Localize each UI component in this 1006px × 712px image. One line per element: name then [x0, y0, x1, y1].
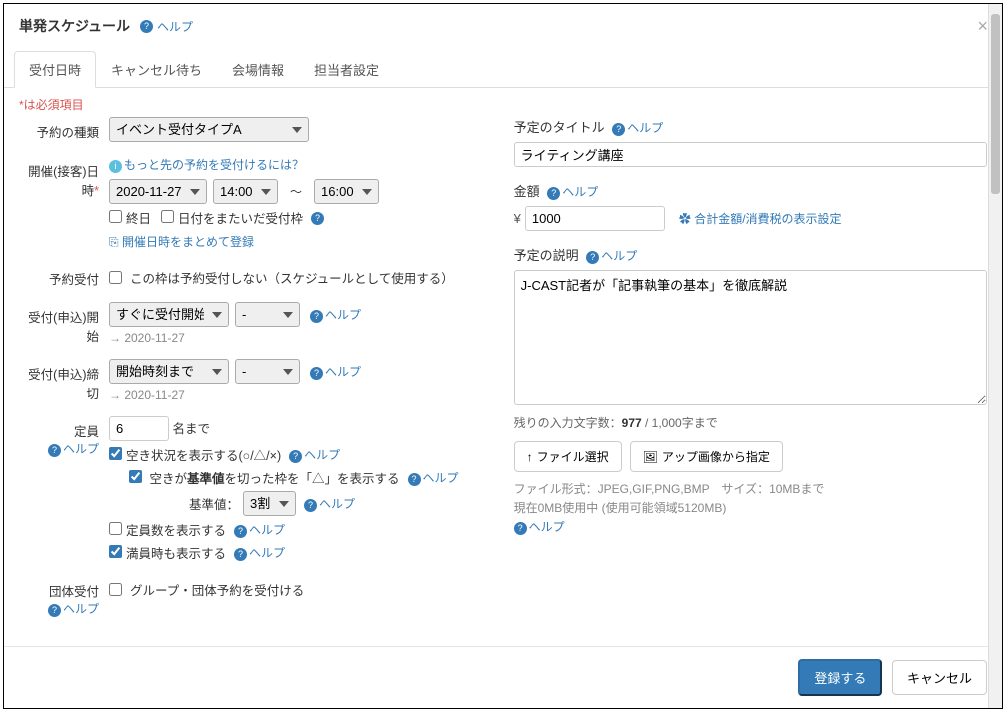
price-input[interactable]: [525, 206, 665, 231]
label-title: 予定のタイトル: [514, 120, 605, 135]
tab-bar: 受付日時 キャンセル待ち 会場情報 担当者設定: [4, 51, 1002, 88]
allday-checkbox[interactable]: 終日: [109, 208, 151, 227]
modal-title: 単発スケジュール: [19, 16, 130, 36]
start-accept-select2[interactable]: -: [235, 302, 300, 327]
end-time-select[interactable]: 16:00: [314, 179, 379, 204]
modal-footer: 登録する キャンセル: [4, 646, 1002, 708]
label-start-accept: 受付(申込)開始: [19, 302, 109, 345]
tilde: ～: [290, 183, 302, 200]
tab-venue[interactable]: 会場情報: [217, 51, 299, 87]
group-checkbox[interactable]: グループ・団体予約を受付ける: [109, 580, 484, 599]
scrollbar-thumb[interactable]: [991, 14, 1000, 194]
header-help-link[interactable]: ?ヘルプ: [138, 18, 193, 35]
date-select[interactable]: 2020-11-27: [109, 179, 207, 204]
required-note: *は必須項目: [4, 88, 1002, 117]
price-settings-link[interactable]: ✿ 合計金額/消費税の表示設定: [679, 210, 842, 227]
submit-button[interactable]: 登録する: [798, 659, 882, 696]
label-datetime: 開催(接客)日時*: [19, 156, 109, 199]
price-help[interactable]: ?ヘルプ: [547, 185, 598, 199]
title-input[interactable]: [514, 142, 987, 167]
show-full-checkbox[interactable]: 満員時も表示する: [109, 543, 226, 562]
start-time-select[interactable]: 14:00: [213, 179, 278, 204]
char-count: 残りの入力文字数：977 / 1,000字まで: [514, 414, 987, 431]
end-accept-select[interactable]: 開始時刻まで: [109, 359, 229, 384]
end-accept-select2[interactable]: -: [235, 359, 300, 384]
end-accept-help[interactable]: ?ヘルプ: [310, 363, 361, 380]
tab-date[interactable]: 受付日時: [14, 51, 96, 88]
label-desc: 予定の説明: [514, 248, 579, 263]
label-price: 金額: [514, 184, 540, 199]
avail-help[interactable]: ?ヘルプ: [289, 446, 340, 463]
schedule-modal: 単発スケジュール ?ヘルプ × 受付日時 キャンセル待ち 会場情報 担当者設定 …: [3, 3, 1003, 709]
gear-icon: ✿: [679, 212, 691, 226]
image-icon: 🖼: [643, 450, 658, 464]
group-help[interactable]: ?ヘルプ: [48, 602, 99, 616]
uploaded-image-button[interactable]: 🖼 アップ画像から指定: [630, 441, 783, 472]
tab-staff[interactable]: 担当者設定: [299, 51, 394, 87]
future-reservation-tip-link[interactable]: iもっと先の予約を受付けるには？: [109, 158, 304, 172]
title-help[interactable]: ?ヘルプ: [612, 121, 663, 135]
yen-symbol: ¥: [514, 211, 521, 226]
cancel-button[interactable]: キャンセル: [892, 660, 987, 695]
end-accept-date: → 2020-11-27: [109, 388, 484, 402]
label-accept: 予約受付: [19, 264, 109, 288]
file-help[interactable]: ?ヘルプ: [514, 520, 565, 534]
label-capacity: 定員 ?ヘルプ: [19, 416, 109, 457]
full-help[interactable]: ?ヘルプ: [234, 544, 285, 561]
copy-icon: ⎘: [109, 235, 119, 249]
label-type: 予約の種類: [19, 117, 109, 141]
file-select-button[interactable]: ↑ ファイル選択: [514, 441, 622, 472]
no-accept-checkbox[interactable]: この枠は予約受付しない（スケジュールとして使用する）: [109, 268, 484, 287]
tab-waitlist[interactable]: キャンセル待ち: [96, 51, 217, 87]
threshold-select[interactable]: 3割: [243, 491, 296, 516]
modal-header: 単発スケジュール ?ヘルプ ×: [4, 4, 1002, 46]
capacity-input[interactable]: [109, 416, 169, 441]
threshold-checkbox[interactable]: 空きが基準値を切った枠を「△」を表示する: [129, 468, 400, 487]
crossday-help[interactable]: ?: [311, 210, 326, 225]
label-end-accept: 受付(申込)締切: [19, 359, 109, 402]
start-accept-date: → 2020-11-27: [109, 331, 484, 345]
start-accept-select[interactable]: すぐに受付開始: [109, 302, 229, 327]
vertical-scrollbar[interactable]: [988, 4, 1002, 708]
threshold-label: 基準値：: [189, 494, 239, 513]
description-textarea[interactable]: J-CAST記者が「記事執筆の基本」を徹底解説: [514, 270, 987, 405]
start-accept-help[interactable]: ?ヘルプ: [310, 306, 361, 323]
label-group: 団体受付 ?ヘルプ: [19, 576, 109, 617]
reservation-type-select[interactable]: イベント受付タイプA: [109, 117, 309, 142]
showcap-help[interactable]: ?ヘルプ: [234, 521, 285, 538]
thresh-help[interactable]: ?ヘルプ: [408, 469, 459, 486]
show-capacity-checkbox[interactable]: 定員数を表示する: [109, 520, 226, 539]
upload-icon: ↑: [527, 450, 533, 464]
capacity-help[interactable]: ?ヘルプ: [48, 442, 99, 456]
file-info: ファイル形式：JPEG,GIF,PNG,BMP サイズ：10MBまで 現在0MB…: [514, 480, 987, 538]
bulk-register-link[interactable]: ⎘ 開催日時をまとめて登録: [109, 233, 254, 250]
capacity-unit: 名まで: [172, 422, 210, 436]
desc-help[interactable]: ?ヘルプ: [586, 249, 637, 263]
thresh-val-help[interactable]: ?ヘルプ: [304, 495, 355, 512]
show-availability-checkbox[interactable]: 空き状況を表示する(○/△/×): [109, 445, 281, 464]
close-icon[interactable]: ×: [977, 16, 988, 37]
crossday-checkbox[interactable]: 日付をまたいだ受付枠: [161, 208, 303, 227]
